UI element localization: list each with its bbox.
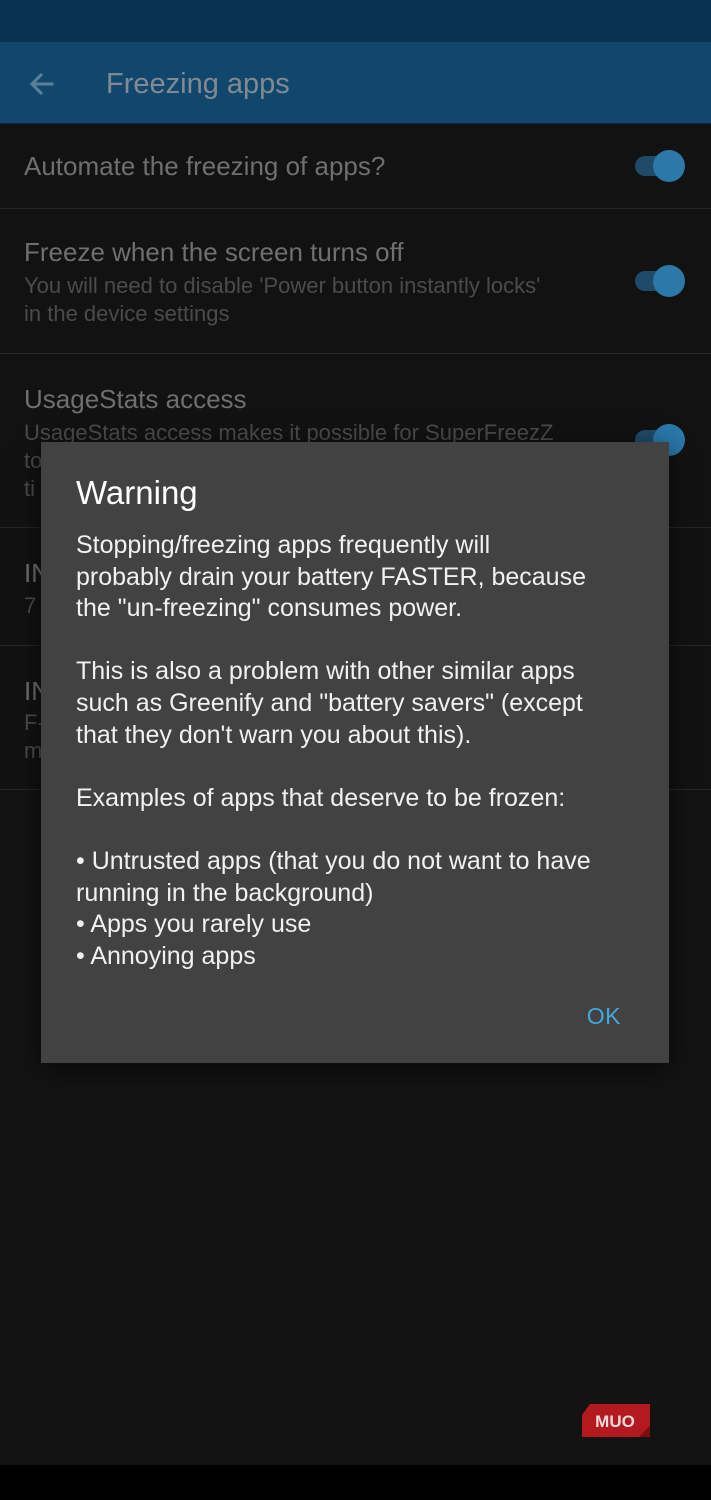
summary-line: You will need to disable 'Power button i… [24, 273, 541, 298]
dialog-line: the "un-freezing" consumes power. [76, 594, 463, 623]
pref-automate-freezing[interactable]: Automate the freezing of apps? [0, 124, 711, 209]
pref-title: Freeze when the screen turns off [24, 237, 404, 267]
warning-dialog: Warning Stopping/freezing apps frequentl… [41, 442, 669, 1063]
automate-freezing-toggle[interactable] [633, 148, 685, 184]
pref-title: UsageStats access [24, 384, 247, 414]
dialog-line: Stopping/freezing apps frequently will [76, 531, 491, 559]
app-bar: Freezing apps [0, 42, 711, 124]
pref-freeze-screen-off[interactable]: Freeze when the screen turns off You wil… [0, 209, 711, 354]
pref-summary: You will need to disable 'Power button i… [24, 272, 614, 328]
page-title: Freezing apps [106, 68, 290, 100]
dialog-line: • Apps you rarely use [76, 910, 312, 939]
muo-logo-text: MUO [595, 1412, 635, 1431]
navigation-bar [0, 1465, 711, 1500]
freeze-screen-off-toggle[interactable] [633, 263, 685, 299]
dialog-line: This is also a problem with other simila… [76, 657, 575, 686]
dialog-title: Warning [76, 474, 198, 511]
ok-button[interactable]: OK [587, 1003, 621, 1030]
dialog-line: that they don't warn you about this). [76, 720, 472, 749]
dialog-line: probably drain your battery FASTER, beca… [76, 562, 586, 591]
dialog-line: running in the background) [76, 878, 374, 907]
status-bar [0, 0, 711, 42]
toggle-thumb [653, 265, 685, 297]
muo-logo: MUO [582, 1404, 650, 1437]
toggle-thumb [653, 150, 685, 182]
dialog-line: • Untrusted apps (that you do not want t… [76, 846, 591, 875]
back-button[interactable] [22, 64, 62, 104]
pref-title: Automate the freezing of apps? [24, 151, 386, 181]
arrow-left-icon [29, 72, 54, 96]
dialog-line: such as Greenify and "battery savers" (e… [76, 688, 583, 717]
dialog-line: • Annoying apps [76, 941, 256, 970]
dialog-message: Stopping/freezing apps frequently will p… [76, 530, 651, 972]
dialog-line: Examples of apps that deserve to be froz… [76, 783, 566, 812]
summary-line: in the device settings [24, 301, 230, 326]
